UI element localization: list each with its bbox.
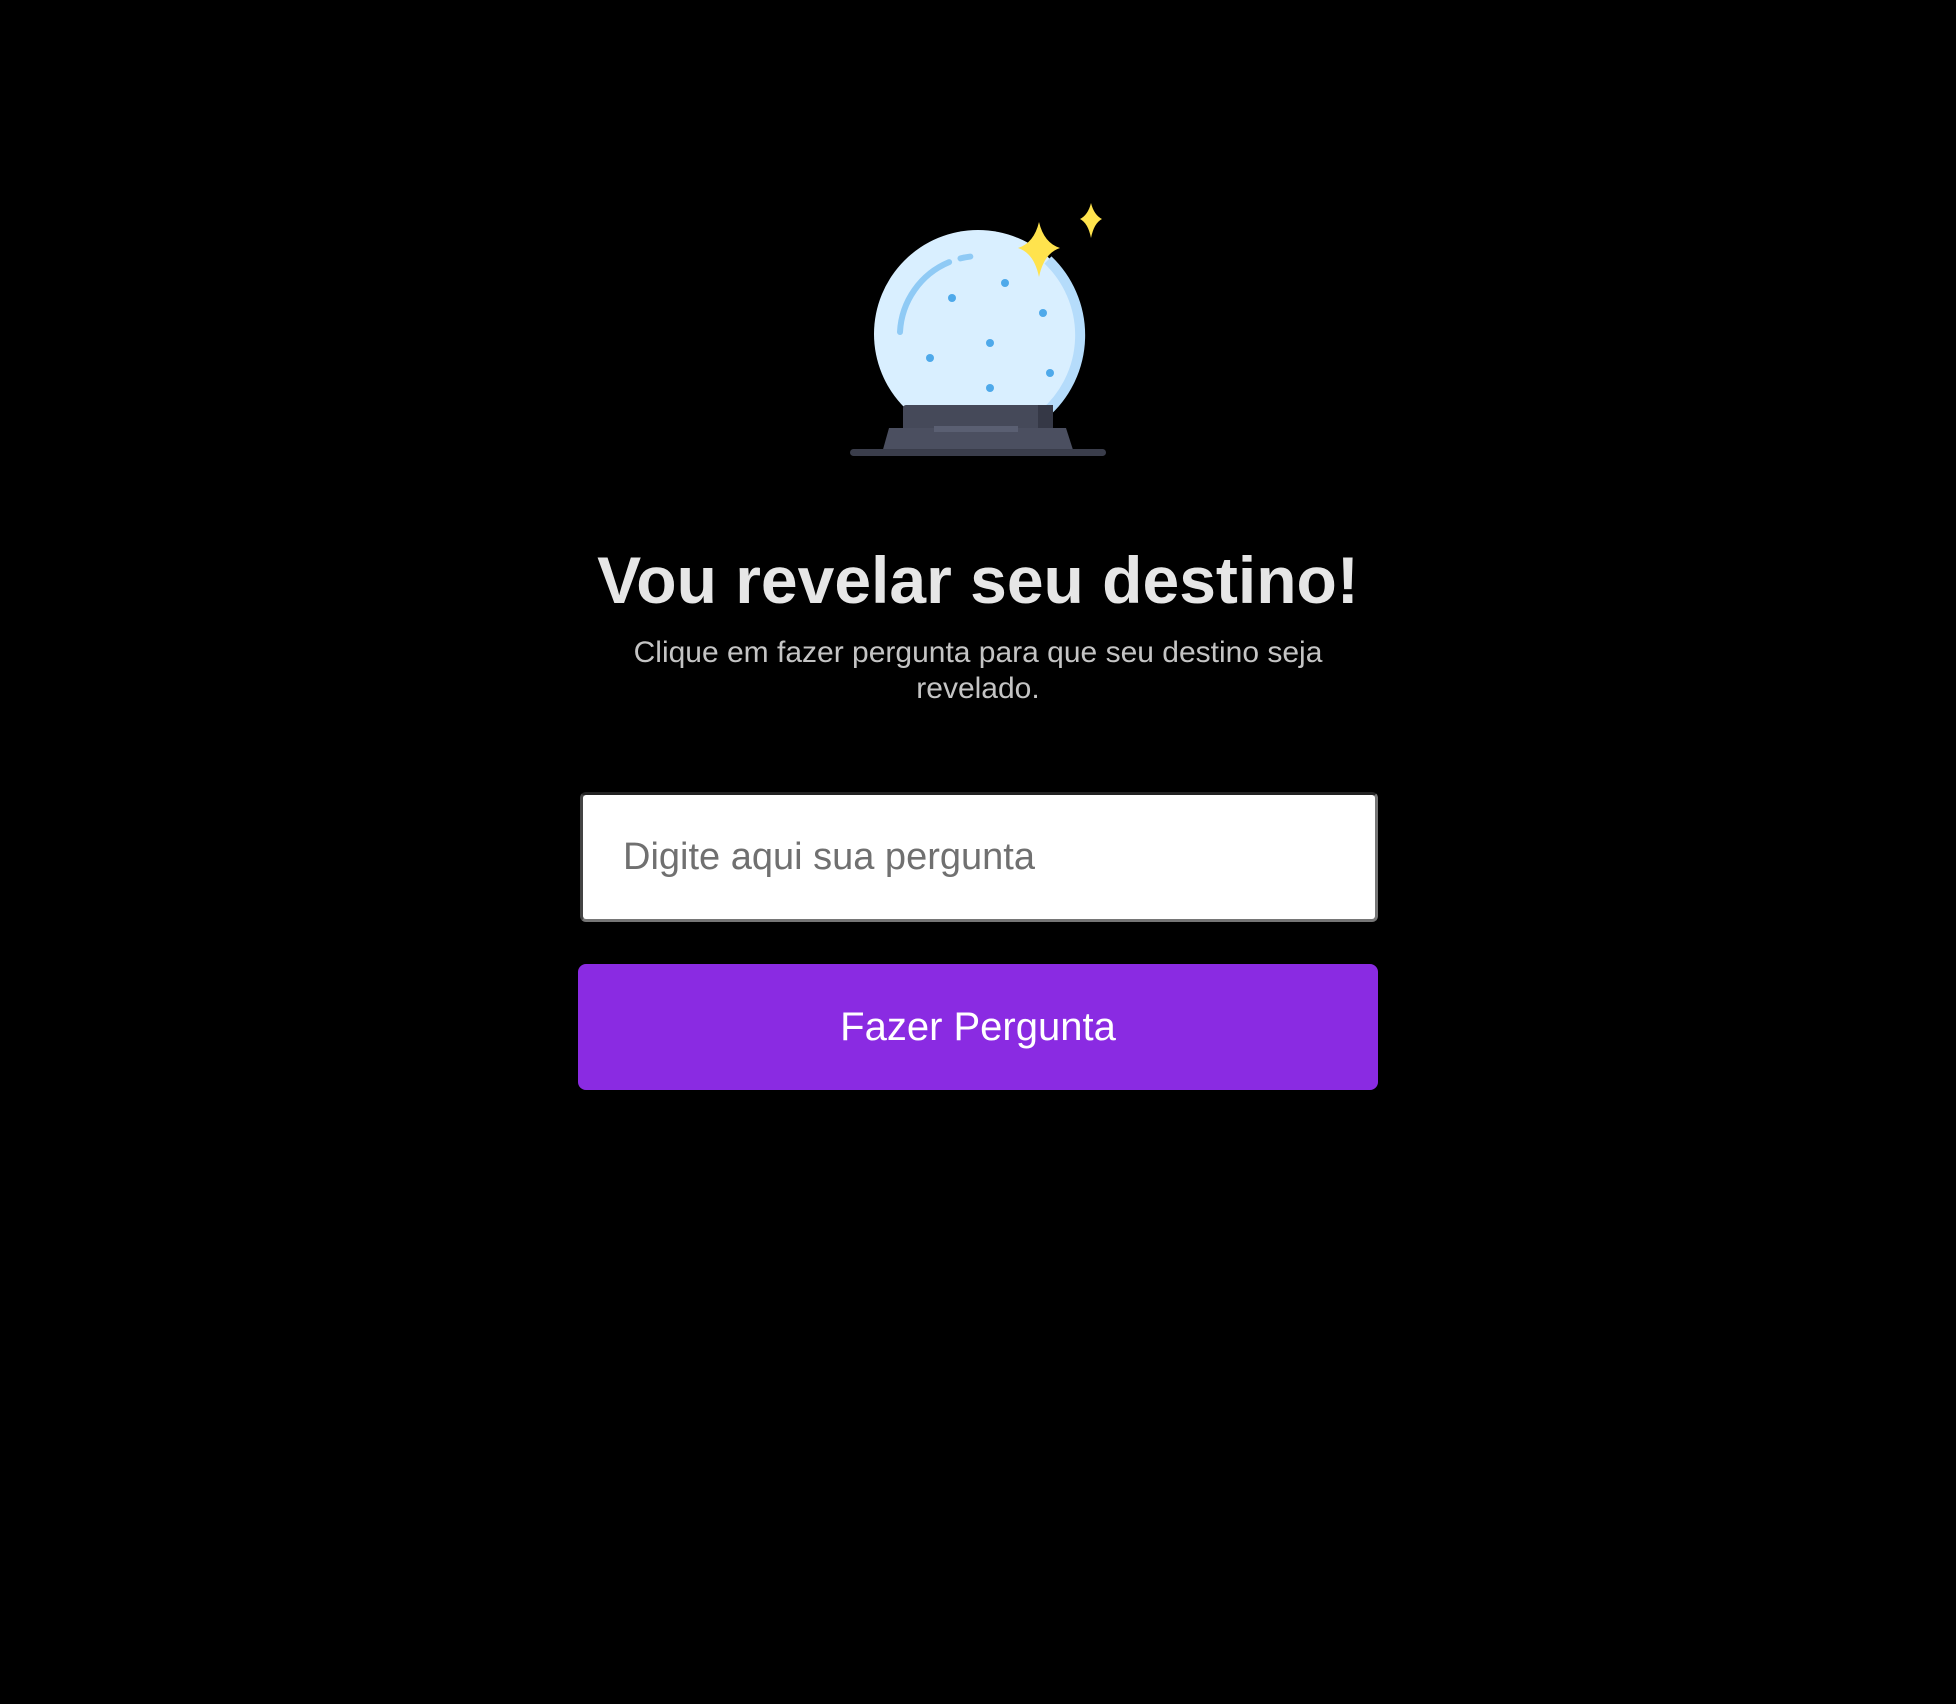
- page-title: Vou revelar seu destino!: [597, 543, 1359, 617]
- question-input[interactable]: [580, 792, 1378, 922]
- ask-question-button[interactable]: Fazer Pergunta: [578, 964, 1378, 1090]
- crystal-ball-icon: [848, 200, 1108, 460]
- page: Vou revelar seu destino! Clique em fazer…: [0, 0, 1956, 1704]
- page-subtitle: Clique em fazer pergunta para que seu de…: [633, 636, 1323, 705]
